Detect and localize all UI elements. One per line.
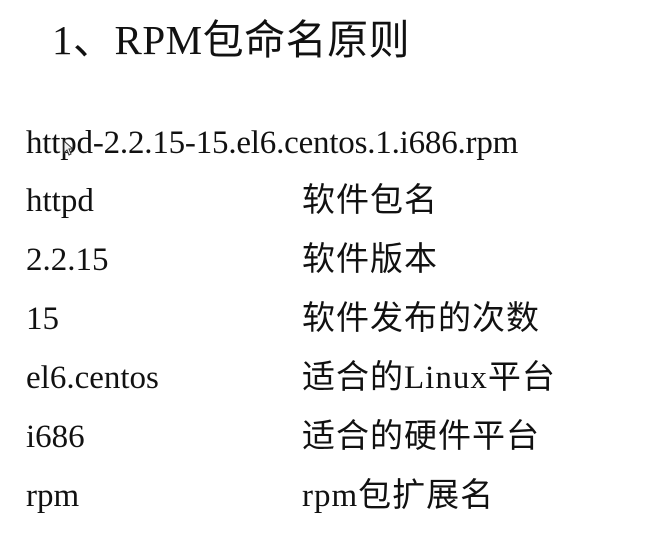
breakdown-row-name: httpd 软件包名 bbox=[26, 179, 646, 238]
breakdown-row-arch: i686 适合的硬件平台 bbox=[26, 415, 646, 474]
breakdown-row-version: 2.2.15 软件版本 bbox=[26, 238, 646, 297]
row-term: rpm bbox=[26, 478, 80, 514]
row-description: rpm包扩展名 bbox=[302, 478, 495, 514]
row-term: 15 bbox=[26, 301, 59, 337]
slide-title: 1、RPM包命名原则 bbox=[52, 17, 411, 63]
breakdown-row-extension: rpm rpm包扩展名 bbox=[26, 474, 646, 533]
package-filename: httpd-2.2.15-15.el6.centos.1.i686.rpm bbox=[26, 125, 519, 161]
row-description: 软件包名 bbox=[302, 183, 438, 219]
row-term: httpd bbox=[26, 183, 94, 219]
row-term: el6.centos bbox=[26, 360, 159, 396]
row-description: 适合的Linux平台 bbox=[302, 360, 556, 396]
mouse-cursor-icon bbox=[63, 140, 73, 156]
row-description: 软件版本 bbox=[302, 242, 438, 278]
naming-breakdown-list: httpd 软件包名 2.2.15 软件版本 15 软件发布的次数 el6.ce… bbox=[26, 179, 646, 533]
row-term: i686 bbox=[26, 419, 85, 455]
slide: 1、RPM包命名原则 httpd-2.2.15-15.el6.centos.1.… bbox=[0, 0, 658, 524]
row-description: 软件发布的次数 bbox=[302, 301, 540, 337]
breakdown-row-platform: el6.centos 适合的Linux平台 bbox=[26, 356, 646, 415]
row-term: 2.2.15 bbox=[26, 242, 109, 278]
row-description: 适合的硬件平台 bbox=[302, 419, 540, 455]
breakdown-row-release: 15 软件发布的次数 bbox=[26, 297, 646, 356]
